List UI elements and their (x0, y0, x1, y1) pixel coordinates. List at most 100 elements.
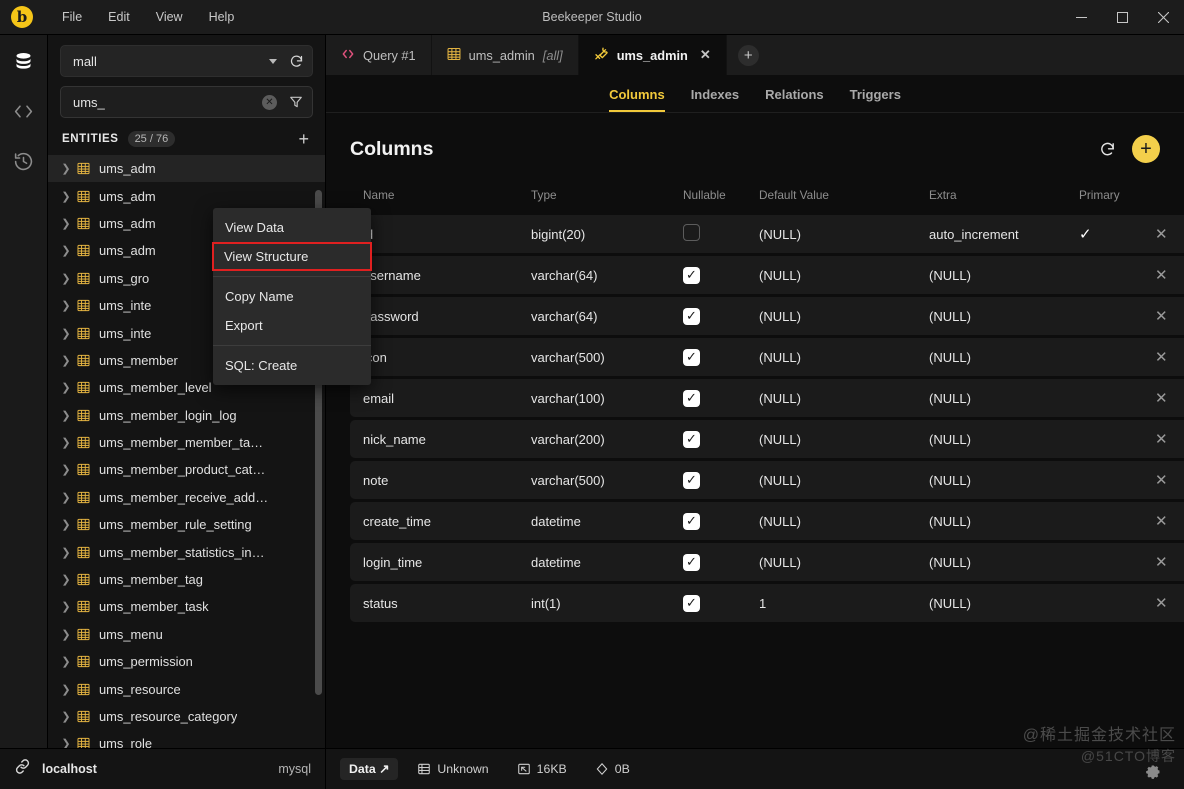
context-menu[interactable]: View DataView Structure Copy NameExport SQ… (213, 208, 371, 385)
chevron-right-icon[interactable]: ❯ (58, 327, 74, 340)
cell-delete[interactable]: ✕ (1142, 297, 1184, 335)
chevron-right-icon[interactable]: ❯ (58, 491, 74, 504)
database-icon[interactable] (10, 47, 38, 75)
chevron-right-icon[interactable]: ❯ (58, 463, 74, 476)
chevron-right-icon[interactable]: ❯ (58, 573, 74, 586)
context-menu-item[interactable]: View Data (213, 213, 371, 242)
chevron-right-icon[interactable]: ❯ (58, 683, 74, 696)
delete-column-icon[interactable]: ✕ (1155, 595, 1168, 612)
cell-delete[interactable]: ✕ (1142, 543, 1184, 581)
cell-default[interactable]: (NULL) (746, 338, 916, 376)
cell-default[interactable]: (NULL) (746, 297, 916, 335)
cell-nullable[interactable]: ✓ (670, 379, 746, 417)
nullable-checkbox[interactable]: ✓ (683, 513, 700, 530)
nullable-checkbox[interactable]: ✓ (683, 349, 700, 366)
table-row[interactable]: idbigint(20)(NULL)auto_increment✓✕ (350, 215, 1184, 253)
clear-search-icon[interactable]: ✕ (262, 95, 277, 110)
cell-default[interactable]: (NULL) (746, 379, 916, 417)
delete-column-icon[interactable]: ✕ (1155, 431, 1168, 448)
menu-help[interactable]: Help (196, 6, 248, 28)
cell-nullable[interactable]: ✓ (670, 543, 746, 581)
cell-extra[interactable]: (NULL) (916, 502, 1066, 540)
cell-default[interactable]: (NULL) (746, 256, 916, 294)
delete-column-icon[interactable]: ✕ (1155, 554, 1168, 571)
chevron-right-icon[interactable]: ❯ (58, 737, 74, 748)
cell-extra[interactable]: (NULL) (916, 256, 1066, 294)
table-row[interactable]: usernamevarchar(64) ✓ (NULL)(NULL) ✕ (350, 256, 1184, 294)
cell-delete[interactable]: ✕ (1142, 502, 1184, 540)
entity-item[interactable]: ❯ums_member_rule_setting (48, 511, 325, 538)
minimize-button[interactable] (1061, 0, 1102, 34)
chevron-right-icon[interactable]: ❯ (58, 409, 74, 422)
delete-column-icon[interactable]: ✕ (1155, 513, 1168, 530)
cell-type[interactable]: varchar(200) (518, 420, 670, 458)
chevron-right-icon[interactable]: ❯ (58, 190, 74, 203)
connection-status[interactable]: localhost mysql (0, 749, 326, 789)
context-menu-item[interactable]: Export (213, 311, 371, 340)
editor-tab[interactable]: Query #1 (326, 35, 432, 75)
entity-item[interactable]: ❯ums_member_statistics_in… (48, 538, 325, 565)
table-row[interactable]: login_timedatetime✓(NULL)(NULL)✕ (350, 543, 1184, 581)
filter-icon[interactable] (289, 95, 303, 109)
chevron-right-icon[interactable]: ❯ (58, 436, 74, 449)
structure-subtabs[interactable]: ColumnsIndexesRelationsTriggers (326, 75, 1184, 113)
cell-name[interactable]: login_time (350, 543, 518, 581)
chevron-right-icon[interactable]: ❯ (58, 217, 74, 230)
cell-nullable[interactable]: ✓ (670, 338, 746, 376)
chevron-right-icon[interactable]: ❯ (58, 546, 74, 559)
chevron-right-icon[interactable]: ❯ (58, 244, 74, 257)
cell-default[interactable]: 1 (746, 584, 916, 622)
delete-column-icon[interactable]: ✕ (1155, 226, 1168, 243)
refresh-columns-icon[interactable] (1099, 141, 1116, 158)
entity-item[interactable]: ❯ums_member_product_cat… (48, 456, 325, 483)
cell-nullable[interactable]: ✓ (670, 256, 746, 294)
cell-delete[interactable]: ✕ (1142, 256, 1184, 294)
context-menu-item[interactable]: Copy Name (213, 282, 371, 311)
editor-tab[interactable]: ums_admin✕ (579, 35, 727, 75)
cell-name[interactable]: username (350, 256, 518, 294)
cell-name[interactable]: note (350, 461, 518, 499)
database-selector[interactable]: mall (60, 45, 313, 77)
subtab-columns[interactable]: Columns (609, 87, 665, 112)
nullable-checkbox[interactable]: ✓ (683, 554, 700, 571)
delete-column-icon[interactable]: ✕ (1155, 308, 1168, 325)
cell-type[interactable]: varchar(64) (518, 256, 670, 294)
entity-item[interactable]: ❯ums_member_task (48, 593, 325, 620)
entity-item[interactable]: ❯ums_role (48, 730, 325, 748)
cell-extra[interactable]: (NULL) (916, 584, 1066, 622)
table-row[interactable]: iconvarchar(500)✓(NULL)(NULL)✕ (350, 338, 1184, 376)
new-tab-button[interactable]: + (738, 45, 759, 66)
cell-type[interactable]: varchar(500) (518, 461, 670, 499)
table-row[interactable]: nick_namevarchar(200)✓(NULL)(NULL)✕ (350, 420, 1184, 458)
chevron-right-icon[interactable]: ❯ (58, 299, 74, 312)
nullable-checkbox[interactable]: ✓ (683, 308, 700, 325)
cell-delete[interactable]: ✕ (1142, 338, 1184, 376)
gear-icon[interactable] (1145, 764, 1162, 781)
chevron-right-icon[interactable]: ❯ (58, 655, 74, 668)
table-row[interactable]: emailvarchar(100)✓(NULL)(NULL)✕ (350, 379, 1184, 417)
cell-default[interactable]: (NULL) (746, 215, 916, 253)
entity-search-box[interactable]: ums_ ✕ (60, 86, 313, 118)
delete-column-icon[interactable]: ✕ (1155, 267, 1168, 284)
nullable-checkbox[interactable]: ✓ (683, 431, 700, 448)
editor-tab[interactable]: ums_admin[all] (432, 35, 579, 75)
menu-file[interactable]: File (49, 6, 95, 28)
nullable-checkbox[interactable]: ✓ (683, 390, 700, 407)
table-row[interactable]: passwordvarchar(64)✓(NULL)(NULL)✕ (350, 297, 1184, 335)
context-menu-item[interactable]: View Structure (212, 242, 372, 271)
cell-default[interactable]: (NULL) (746, 420, 916, 458)
entity-item[interactable]: ❯ums_adm (48, 182, 325, 209)
entity-item[interactable]: ❯ums_member_member_ta… (48, 429, 325, 456)
cell-extra[interactable]: (NULL) (916, 338, 1066, 376)
cell-type[interactable]: int(1) (518, 584, 670, 622)
menu-view[interactable]: View (143, 6, 196, 28)
context-menu-item[interactable]: SQL: Create (213, 351, 371, 380)
chevron-right-icon[interactable]: ❯ (58, 518, 74, 531)
nullable-checkbox[interactable]: ✓ (683, 267, 700, 284)
chevron-right-icon[interactable]: ❯ (58, 354, 74, 367)
cell-name[interactable]: status (350, 584, 518, 622)
cell-extra[interactable]: (NULL) (916, 379, 1066, 417)
close-icon[interactable]: ✕ (700, 47, 711, 63)
cell-name[interactable]: id (350, 215, 518, 253)
delete-column-icon[interactable]: ✕ (1155, 472, 1168, 489)
